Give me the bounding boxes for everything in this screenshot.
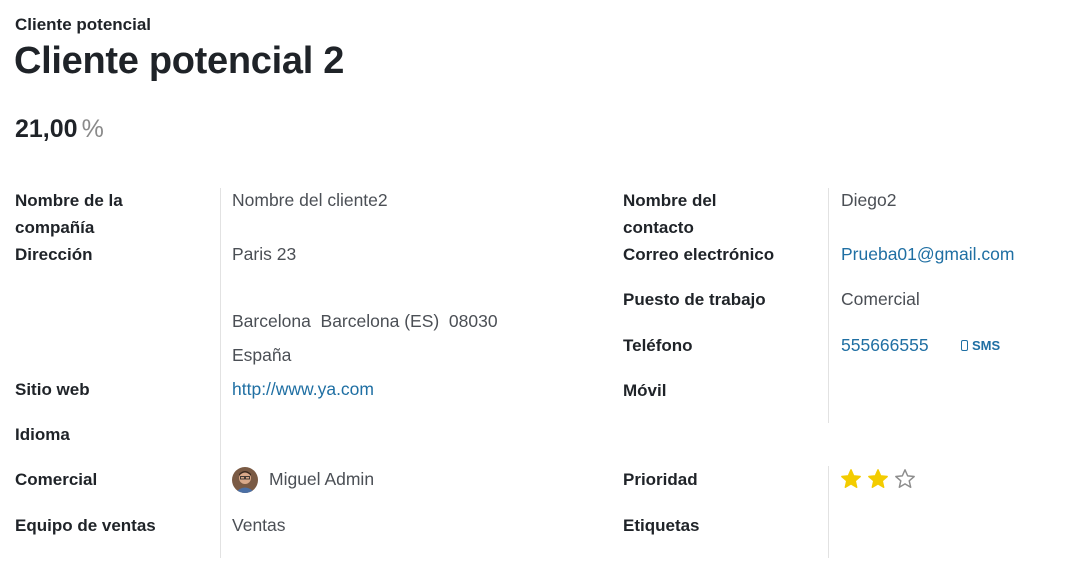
right-column-separator-lower	[828, 466, 829, 558]
sms-label: SMS	[972, 338, 1001, 353]
street-field[interactable]: Paris 23	[232, 241, 296, 268]
priority-stars[interactable]	[840, 468, 916, 490]
country-field[interactable]: España	[232, 342, 291, 369]
contact-name-label: Nombre del contacto	[623, 191, 717, 237]
tags-label: Etiquetas	[623, 516, 700, 535]
mobile-phone-icon	[961, 340, 968, 351]
sms-button[interactable]: SMS	[961, 338, 1000, 353]
website-link[interactable]: http://www.ya.com	[232, 376, 374, 403]
mobile-label: Móvil	[623, 381, 667, 400]
probability-unit: %	[81, 115, 104, 143]
phone-label: Teléfono	[623, 336, 693, 355]
record-type-label: Cliente potencial	[15, 15, 152, 34]
probability-field[interactable]: 21,00%	[15, 115, 104, 144]
city-state-zip-field[interactable]: Barcelona Barcelona (ES) 08030	[232, 308, 498, 335]
language-field[interactable]	[232, 421, 512, 448]
star-empty-icon[interactable]	[894, 468, 916, 490]
avatar	[232, 466, 258, 493]
sales-team-label: Equipo de ventas	[15, 516, 156, 535]
street2-field[interactable]	[232, 275, 512, 302]
salesperson-name: Miguel Admin	[269, 469, 375, 489]
tags-field[interactable]	[841, 512, 1041, 539]
job-position-field[interactable]: Comercial	[841, 286, 920, 313]
star-filled-icon[interactable]	[840, 468, 862, 490]
record-title[interactable]: Cliente potencial 2	[14, 40, 344, 83]
sales-team-field[interactable]: Ventas	[232, 512, 286, 539]
job-position-label: Puesto de trabajo	[623, 290, 766, 309]
star-filled-icon[interactable]	[867, 468, 889, 490]
phone-link[interactable]: 555666555	[841, 332, 929, 359]
email-link[interactable]: Prueba01@gmail.com	[841, 241, 1014, 268]
salesperson-field[interactable]: Miguel Admin	[232, 466, 374, 493]
company-label: Nombre de la compañía	[15, 191, 123, 237]
contact-name-field[interactable]: Diego2	[841, 187, 896, 214]
salesperson-label: Comercial	[15, 470, 98, 489]
address-label: Dirección	[15, 245, 93, 264]
priority-label: Prioridad	[623, 470, 698, 489]
left-column-separator	[220, 188, 221, 558]
language-label: Idioma	[15, 425, 70, 444]
mobile-field[interactable]	[841, 377, 1041, 404]
right-column-separator	[828, 188, 829, 423]
email-label: Correo electrónico	[623, 245, 775, 264]
probability-value[interactable]: 21,00	[15, 115, 78, 143]
company-field[interactable]: Nombre del cliente2	[232, 187, 388, 214]
website-label: Sitio web	[15, 380, 90, 399]
